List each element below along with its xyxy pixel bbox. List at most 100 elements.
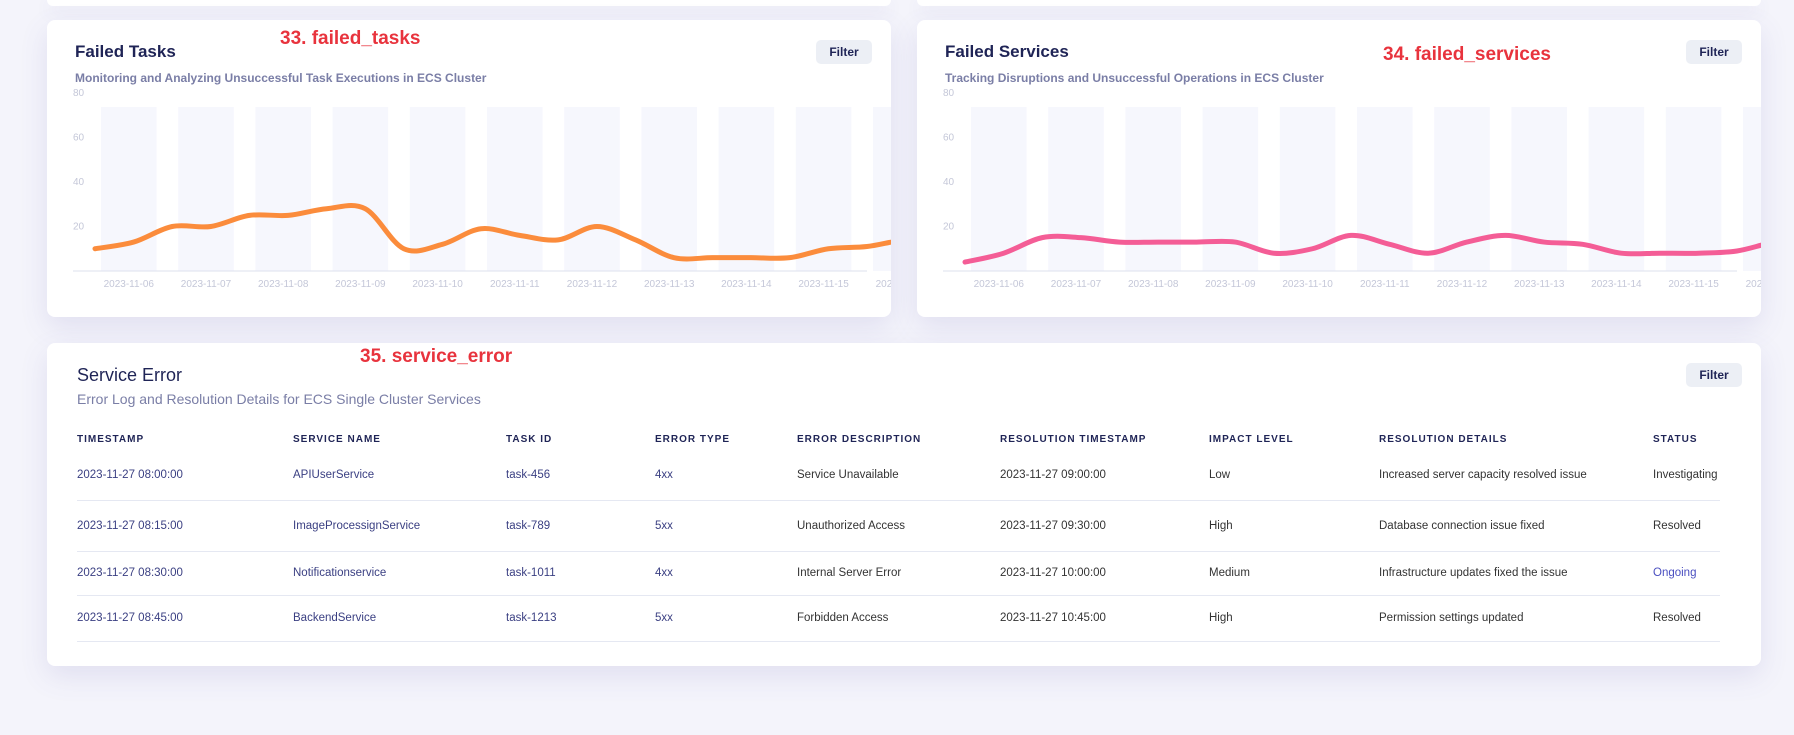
chart-data-point xyxy=(1464,240,1469,245)
chart-data-point xyxy=(1580,242,1585,247)
column-header-resolution-timestamp[interactable]: RESOLUTION TIMESTAMP xyxy=(1000,428,1209,450)
chart-data-point xyxy=(1387,242,1392,247)
chart-data-point xyxy=(479,226,484,231)
cell-error-type: 4xx xyxy=(655,551,797,596)
chart-data-point xyxy=(1426,251,1431,256)
chart-data-point xyxy=(93,246,98,251)
chart-column-band xyxy=(564,107,620,271)
chart-column-band xyxy=(718,107,775,271)
cell-error-description: Unauthorized Access xyxy=(797,500,1000,552)
chart-data-point xyxy=(1117,240,1122,245)
chart-column-band xyxy=(1279,107,1336,271)
cell-status: Resolved xyxy=(1653,595,1720,642)
chart-data-point xyxy=(1078,235,1083,240)
x-tick-label: 2023-11-07 xyxy=(1051,279,1102,290)
chart-data-point xyxy=(1310,246,1315,251)
cell-error-description: Forbidden Access xyxy=(797,595,1000,642)
cell-impact-level: High xyxy=(1209,500,1379,552)
chart-data-point xyxy=(1542,240,1547,245)
table-row[interactable]: 2023-11-27 08:30:00 Notificationservice … xyxy=(77,551,1720,596)
failed-tasks-chart: 20 40 60 80 2023-11-06 2023-11-07 2023-11-08 20… xyxy=(73,88,891,290)
cell-resolution-details: Database connection issue fixed xyxy=(1379,500,1653,552)
column-header-task-id[interactable]: TASK ID xyxy=(506,428,655,450)
cell-service-name: Notificationservice xyxy=(293,551,506,596)
chart-data-point xyxy=(672,255,677,260)
cell-resolution-timestamp: 2023-11-27 09:30:00 xyxy=(1000,500,1209,552)
x-tick-label: 2023-11-13 xyxy=(1514,279,1565,290)
cell-error-description: Internal Server Error xyxy=(797,551,1000,596)
x-tick-label: 2023-11-08 xyxy=(1128,279,1179,290)
previous-card-edge-left xyxy=(47,0,891,6)
chart-column-band xyxy=(1125,107,1181,271)
y-tick-label: 60 xyxy=(943,133,955,144)
cell-service-name: APIUserService xyxy=(293,450,506,501)
chart-data-point xyxy=(865,244,870,249)
chart-data-point xyxy=(633,237,638,242)
y-tick-label: 20 xyxy=(943,222,955,233)
cell-error-type: 5xx xyxy=(655,595,797,642)
column-header-error-type[interactable]: ERROR TYPE xyxy=(655,428,797,450)
chart-column-band xyxy=(1048,107,1104,271)
cell-impact-level: High xyxy=(1209,595,1379,642)
chart-data-point xyxy=(556,237,561,242)
y-tick-label: 40 xyxy=(73,177,85,188)
x-tick-label: 2023-11-15 xyxy=(1668,279,1719,290)
cell-resolution-details: Permission settings updated xyxy=(1379,595,1653,642)
column-header-timestamp[interactable]: TIMESTAMP xyxy=(77,428,293,450)
cell-resolution-details: Increased server capacity resolved issue xyxy=(1379,450,1653,501)
chart-data-point xyxy=(440,242,445,247)
column-header-service-name[interactable]: SERVICE NAME xyxy=(293,428,506,450)
chart-column-band xyxy=(487,107,543,271)
x-tick-label: 2023-11-10 xyxy=(1282,279,1333,290)
chart-data-point xyxy=(1233,240,1238,245)
chart-data-point xyxy=(208,224,213,229)
chart-column-band xyxy=(178,107,234,271)
column-header-impact-level[interactable]: IMPACT LEVEL xyxy=(1209,428,1379,450)
cell-resolution-timestamp: 2023-11-27 10:00:00 xyxy=(1000,551,1209,596)
failed-tasks-card: Failed Tasks Monitoring and Analyzing Un… xyxy=(47,20,891,317)
x-tick-label: 2023-11-12 xyxy=(567,279,618,290)
cell-service-name: BackendService xyxy=(293,595,506,642)
column-header-error-description[interactable]: ERROR DESCRIPTION xyxy=(797,428,1000,450)
chart-column-band xyxy=(1511,107,1567,271)
column-header-status[interactable]: STATUS xyxy=(1653,428,1720,450)
x-tick-label: 2023-11-09 xyxy=(1205,279,1256,290)
chart-data-point xyxy=(963,260,968,265)
chart-data-point xyxy=(170,224,175,229)
service-error-filter-button[interactable]: Filter xyxy=(1686,363,1742,387)
cell-timestamp: 2023-11-27 08:30:00 xyxy=(77,551,293,596)
service-error-subtitle: Error Log and Resolution Details for ECS… xyxy=(77,391,481,407)
cell-task-id: task-456 xyxy=(506,450,655,501)
x-tick-label: 2023-11-07 xyxy=(181,279,232,290)
service-error-title: Service Error xyxy=(77,365,183,385)
x-tick-label: 2023-11-10 xyxy=(412,279,463,290)
x-tick-label: 2023-11-09 xyxy=(335,279,386,290)
chart-data-point xyxy=(1696,251,1701,256)
service-error-table: TIMESTAMP SERVICE NAME TASK ID ERROR TYP… xyxy=(77,428,1720,642)
chart-data-point xyxy=(1503,233,1508,238)
cell-task-id: task-1213 xyxy=(506,595,655,642)
chart-data-point xyxy=(749,255,754,260)
chart-data-point xyxy=(1194,240,1199,245)
chart-data-point xyxy=(1619,251,1624,256)
chart-data-point xyxy=(710,255,715,260)
table-row[interactable]: 2023-11-27 08:00:00 APIUserService task-… xyxy=(77,450,1720,501)
table-row[interactable]: 2023-11-27 08:15:00 ImageProcessignServi… xyxy=(77,500,1720,552)
chart-column-band xyxy=(255,107,311,271)
cell-status: Ongoing xyxy=(1653,551,1720,596)
chart-data-point xyxy=(131,240,136,245)
y-tick-label: 80 xyxy=(73,88,85,99)
chart-data-point xyxy=(363,206,368,211)
service-error-annotation: 35. service_error xyxy=(360,346,513,367)
cell-task-id: task-789 xyxy=(506,500,655,552)
chart-data-point xyxy=(1156,240,1161,245)
chart-data-point xyxy=(401,246,406,251)
column-header-resolution-details[interactable]: RESOLUTION DETAILS xyxy=(1379,428,1653,450)
chart-column-band xyxy=(1665,107,1722,271)
chart-data-point xyxy=(247,213,252,218)
cell-resolution-timestamp: 2023-11-27 09:00:00 xyxy=(1000,450,1209,501)
x-tick-label: 2023-11-16 xyxy=(1746,279,1761,290)
table-row[interactable]: 2023-11-27 08:45:00 BackendService task-… xyxy=(77,595,1720,642)
service-error-card: Service Error Error Log and Resolution D… xyxy=(47,343,1761,666)
chart-data-point xyxy=(1040,235,1045,240)
